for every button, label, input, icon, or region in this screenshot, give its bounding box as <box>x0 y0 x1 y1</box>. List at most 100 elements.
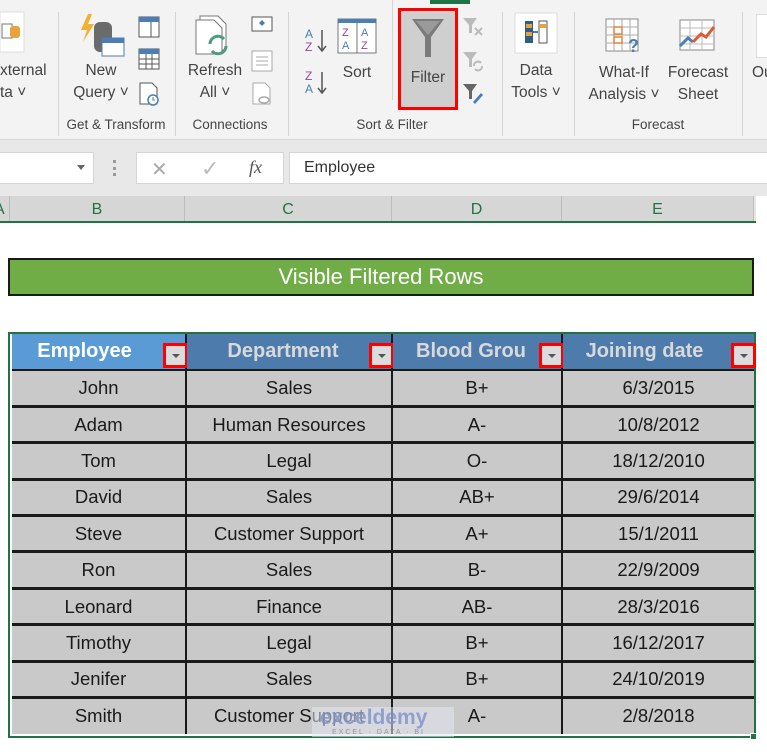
show-queries-icon[interactable] <box>138 16 160 38</box>
cell-blood-group[interactable]: B+ <box>392 624 563 663</box>
forecast-sheet-line2: Sheet <box>677 86 719 103</box>
cell-department[interactable]: Legal <box>186 624 393 663</box>
sort-z-to-a-icon[interactable]: ZA <box>304 68 328 96</box>
cell-employee[interactable]: Tom <box>12 442 187 481</box>
cell-department[interactable]: Sales <box>186 479 393 518</box>
forecast-sheet-line1: Forecast <box>667 64 729 81</box>
column-header-c[interactable]: C <box>185 196 392 221</box>
connections-icon[interactable] <box>251 16 273 36</box>
cell-blood-group[interactable]: B+ <box>392 370 563 408</box>
cell-department[interactable]: Finance <box>186 588 393 627</box>
cell-employee[interactable]: Timothy <box>12 624 187 663</box>
enter-icon[interactable]: ✓ <box>201 156 219 182</box>
cell-blood-group[interactable]: AB- <box>392 588 563 627</box>
cell-joining-date[interactable]: 18/12/2010 <box>562 442 754 481</box>
cell-department[interactable]: Sales <box>186 551 393 590</box>
from-table-icon[interactable] <box>138 48 160 70</box>
cell-joining-date[interactable]: 22/9/2009 <box>562 551 754 590</box>
filter-button[interactable]: Filter <box>398 8 458 110</box>
filter-dropdown-joining-date[interactable] <box>731 343 756 368</box>
get-external-data-line2: ta ˅ <box>0 84 27 101</box>
cell-blood-group[interactable]: A- <box>392 406 563 445</box>
group-separator <box>502 12 503 136</box>
data-tools-button[interactable]: Data Tools ˅ <box>508 12 564 104</box>
data-tools-line1: Data <box>519 62 553 79</box>
svg-text:A: A <box>342 40 350 52</box>
what-if-line1: What-If <box>599 64 649 81</box>
what-if-analysis-button[interactable]: ? What-If Analysis ˅ <box>584 18 664 106</box>
advanced-filter-icon[interactable] <box>462 82 484 104</box>
cell-employee[interactable]: David <box>12 479 187 518</box>
new-query-icon <box>81 14 125 57</box>
cell-department[interactable]: Human Resources <box>186 406 393 445</box>
cell-employee[interactable]: Ron <box>12 551 187 590</box>
sort-icon: Z A A Z <box>337 18 377 54</box>
cell-joining-date[interactable]: 15/1/2011 <box>562 515 754 554</box>
cell-joining-date[interactable]: 10/8/2012 <box>562 406 754 445</box>
name-box-dropdown-icon[interactable] <box>77 165 85 170</box>
svg-text:A: A <box>305 27 313 41</box>
formula-input[interactable]: Employee <box>289 152 767 184</box>
outline-button[interactable]: Ou <box>752 62 767 84</box>
cell-blood-group[interactable]: O- <box>392 442 563 481</box>
new-query-line1: New <box>85 62 117 79</box>
name-box[interactable] <box>0 152 94 184</box>
cell-employee[interactable]: Adam <box>12 406 187 445</box>
sort-button[interactable]: Z A A Z Sort <box>334 18 380 84</box>
column-header-d[interactable]: D <box>392 196 562 221</box>
filter-dropdown-employee[interactable] <box>163 343 188 368</box>
group-separator <box>574 12 575 136</box>
cell-blood-group[interactable]: B+ <box>392 661 563 700</box>
svg-text:Z: Z <box>305 40 312 54</box>
column-header-e[interactable]: E <box>562 196 754 221</box>
column-header-b[interactable]: B <box>10 196 185 221</box>
header-label: Blood Grou <box>416 340 526 362</box>
table-header-row: Employee Department Blood Grou Joining d… <box>12 334 756 371</box>
filter-dropdown-blood-group[interactable] <box>539 343 564 368</box>
what-if-icon: ? <box>605 18 639 54</box>
column-header-a[interactable]: A <box>0 196 10 221</box>
group-label-forecast: Forecast <box>631 117 685 132</box>
refresh-all-button[interactable]: Refresh All ˅ <box>182 14 248 104</box>
filter-label: Filter <box>410 69 446 86</box>
forecast-sheet-button[interactable]: Forecast Sheet <box>664 18 732 106</box>
formula-bar-grip-icon[interactable] <box>113 160 116 176</box>
insert-function-icon[interactable]: fx <box>249 157 262 178</box>
cell-employee[interactable]: John <box>12 370 187 408</box>
cancel-icon[interactable]: ✕ <box>151 157 168 182</box>
cell-joining-date[interactable]: 16/12/2017 <box>562 624 754 663</box>
selection-fill-handle[interactable] <box>750 733 757 740</box>
group-separator <box>742 12 743 136</box>
filter-dropdown-department[interactable] <box>369 343 394 368</box>
cell-joining-date[interactable]: 29/6/2014 <box>562 479 754 518</box>
cell-employee[interactable]: Smith <box>12 697 187 734</box>
cell-joining-date[interactable]: 6/3/2015 <box>562 370 754 408</box>
cell-department[interactable]: Customer Support <box>186 515 393 554</box>
cell-blood-group[interactable]: B- <box>392 551 563 590</box>
cell-department[interactable]: Sales <box>186 661 393 700</box>
recent-sources-icon[interactable] <box>138 82 160 106</box>
cell-joining-date[interactable]: 2/8/2018 <box>562 697 754 734</box>
cell-employee[interactable]: Leonard <box>12 588 187 627</box>
cell-department[interactable]: Legal <box>186 442 393 481</box>
cell-employee[interactable]: Jenifer <box>12 661 187 700</box>
cell-joining-date[interactable]: 28/3/2016 <box>562 588 754 627</box>
get-external-data-button[interactable]: xternal ta ˅ <box>0 10 50 104</box>
formula-actions: ✕ ✓ fx <box>136 152 284 184</box>
group-separator <box>175 12 176 136</box>
cell-blood-group[interactable]: AB+ <box>392 479 563 518</box>
table-row: Timothy Legal B+ 16/12/2017 <box>12 624 754 663</box>
cell-employee[interactable]: Steve <box>12 515 187 554</box>
cell-joining-date[interactable]: 24/10/2019 <box>562 661 754 700</box>
header-department: Department <box>186 334 394 371</box>
data-tools-icon <box>514 12 558 54</box>
group-separator <box>288 12 289 136</box>
new-query-button[interactable]: New Query ˅ <box>68 14 134 104</box>
cell-blood-group[interactable]: A+ <box>392 515 563 554</box>
what-if-line2: Analysis ˅ <box>588 86 660 103</box>
cell-department[interactable]: Sales <box>186 370 393 408</box>
watermark-tagline: EXCEL · DATA · BI <box>332 729 425 736</box>
table-row: Adam Human Resources A- 10/8/2012 <box>12 406 754 445</box>
table-row: Steve Customer Support A+ 15/1/2011 <box>12 515 754 554</box>
sort-a-to-z-icon[interactable]: AZ <box>304 26 328 54</box>
